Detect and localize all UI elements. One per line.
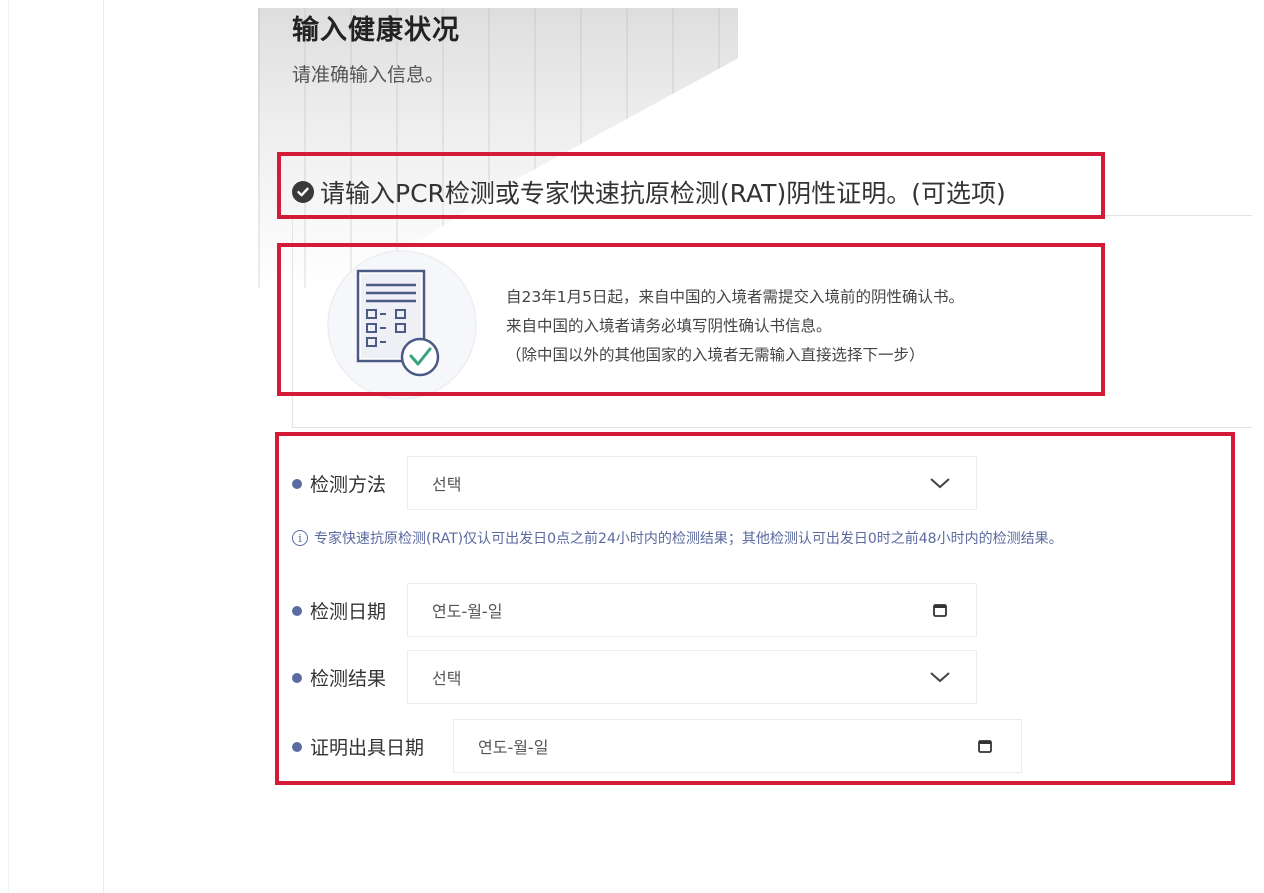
highlight-box-section-title bbox=[277, 152, 1105, 219]
page-subtitle: 请准确输入信息。 bbox=[292, 64, 445, 86]
page-title: 输入健康状况 bbox=[292, 15, 460, 46]
left-guide-line bbox=[103, 0, 104, 893]
highlight-box-form bbox=[275, 432, 1235, 785]
highlight-box-notice bbox=[277, 243, 1105, 396]
page-edge-line bbox=[8, 0, 9, 893]
